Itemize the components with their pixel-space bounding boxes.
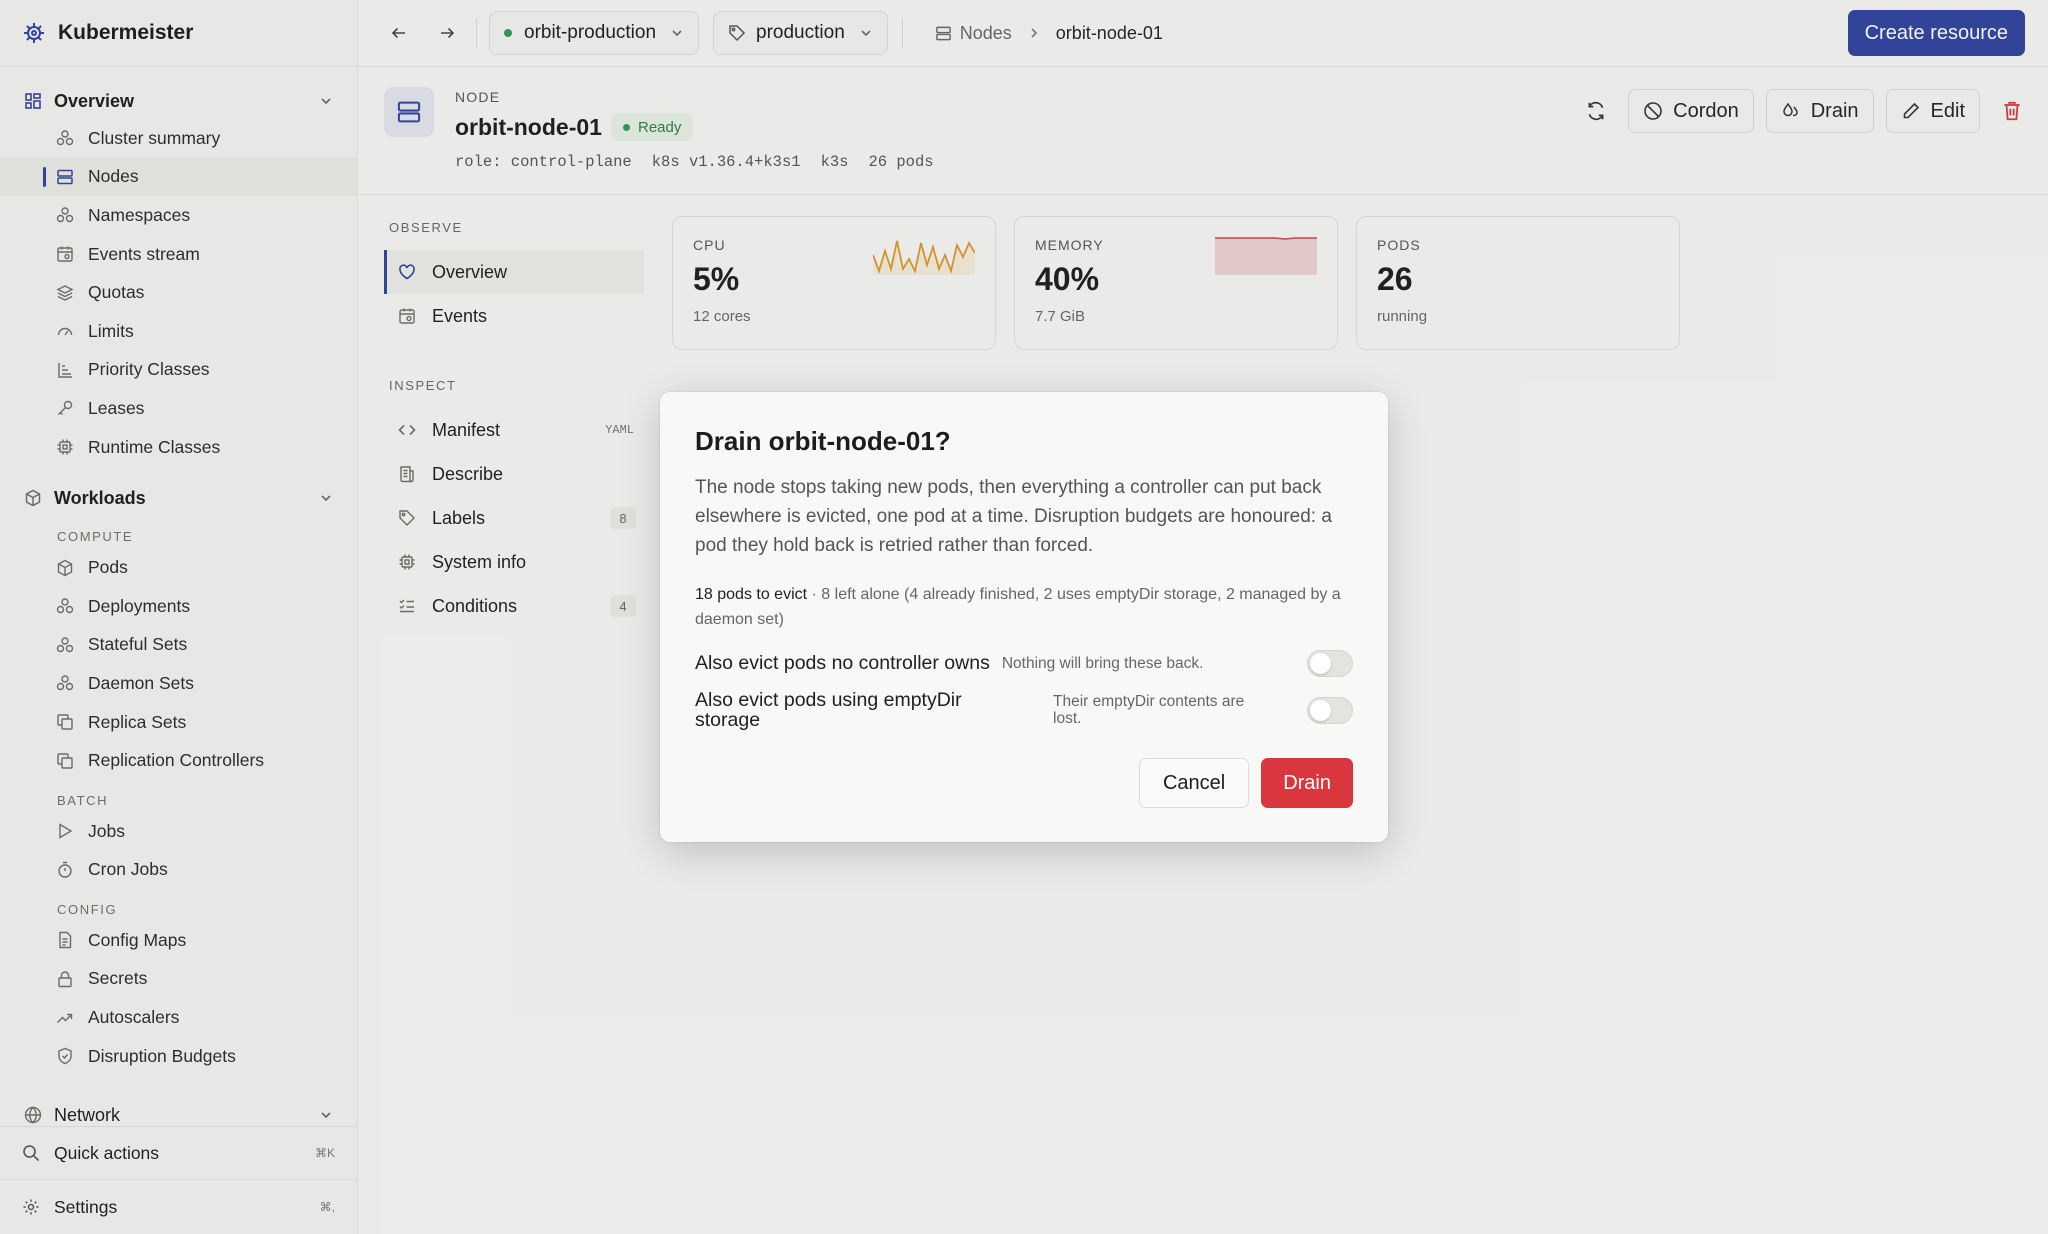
option-label: Also evict pods no controller owns [695,652,990,674]
option-orphan-pods: Also evict pods no controller owns Nothi… [695,648,1353,678]
emptydir-pods-toggle[interactable] [1307,696,1353,724]
drain-dialog: Drain orbit-node-01? The node stops taki… [660,392,1388,842]
evict-count: 18 pods to evict [695,586,808,603]
dialog-title: Drain orbit-node-01? [695,426,951,456]
orphan-pods-toggle[interactable] [1307,649,1353,677]
evict-summary: 18 pods to evict · 8 left alone (4 alrea… [695,582,1353,632]
confirm-drain-button[interactable]: Drain [1261,758,1353,808]
cancel-button[interactable]: Cancel [1138,758,1250,808]
option-note: Their emptyDir contents are lost. [1053,693,1245,727]
dialog-description: The node stops taking new pods, then eve… [695,477,1332,556]
dialog-actions: Cancel Drain [1138,758,1353,808]
option-note: Nothing will bring these back. [1001,654,1204,672]
option-emptydir-pods: Also evict pods using emptyDir storage T… [695,690,1353,730]
option-label: Also evict pods using emptyDir storage [695,689,962,731]
